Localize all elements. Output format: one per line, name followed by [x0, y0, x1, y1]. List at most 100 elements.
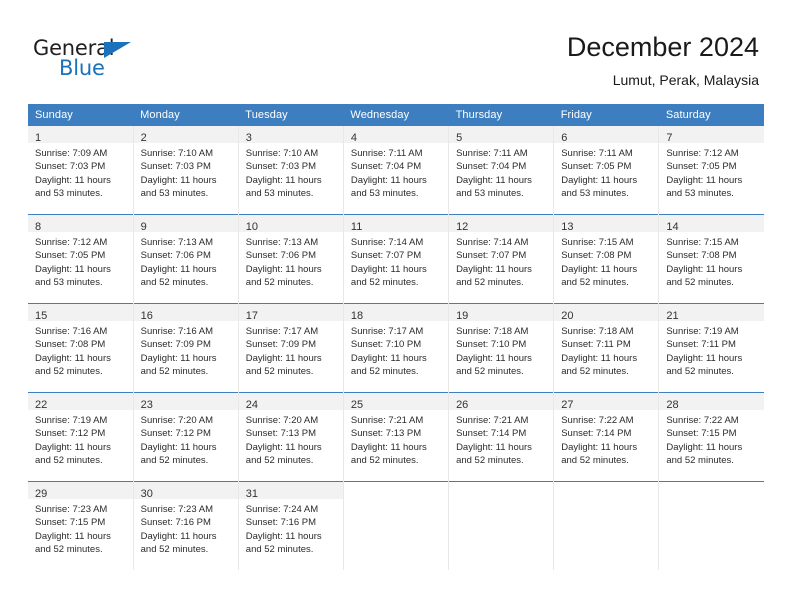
weekday-header-thursday: Thursday — [448, 104, 554, 126]
day-details: Sunrise: 7:22 AM Sunset: 7:15 PM Daylight:… — [659, 410, 764, 467]
sunrise-text: Sunrise: 7:17 AM — [245, 326, 319, 337]
day-details: Sunrise: 7:13 AM Sunset: 7:06 PM Daylight:… — [134, 232, 238, 289]
calendar-day-cell[interactable]: 12 Sunrise: 7:14 AM Sunset: 7:07 PM Dayligh… — [448, 214, 554, 304]
daylight-text-line2: and 52 minutes. — [666, 365, 734, 377]
sunset-text: Sunset: 7:03 PM — [140, 161, 211, 173]
calendar-day-cell[interactable]: 9 Sunrise: 7:13 AM Sunset: 7:06 PM Daylight… — [132, 214, 239, 304]
calendar-day-cell[interactable]: 7 Sunrise: 7:12 AM Sunset: 7:05 PM Daylight… — [658, 126, 764, 215]
sunset-text: Sunset: 7:07 PM — [350, 250, 422, 262]
day-number: 13 — [561, 221, 574, 233]
day-details: Sunrise: 7:21 AM Sunset: 7:13 PM Daylight:… — [344, 410, 448, 467]
calendar-day-cell[interactable]: 10 Sunrise: 7:13 AM Sunset: 7:06 PM Dayligh… — [237, 214, 344, 304]
calendar-week-row: 29 Sunrise: 7:23 AM Sunset: 7:15 PM Dayligh… — [28, 481, 764, 570]
calendar-day-cell[interactable]: 4 Sunrise: 7:11 AM Sunset: 7:04 PM Daylight… — [342, 126, 449, 215]
day-number: 19 — [456, 310, 469, 322]
sunset-text: Sunset: 7:05 PM — [561, 161, 632, 173]
calendar-day-cell[interactable]: 23 Sunrise: 7:20 AM Sunset: 7:12 PM Dayligh… — [132, 392, 239, 482]
calendar-day-cell[interactable]: 20 Sunrise: 7:18 AM Sunset: 7:11 PM Dayligh… — [553, 303, 659, 393]
calendar-day-cell[interactable]: 28 Sunrise: 7:22 AM Sunset: 7:15 PM Dayligh… — [658, 392, 764, 482]
day-number: 6 — [561, 132, 568, 144]
calendar-day-cell[interactable]: 25 Sunrise: 7:21 AM Sunset: 7:13 PM Dayligh… — [342, 392, 449, 482]
brand-logo[interactable]: General Blue — [33, 36, 183, 82]
day-number: 18 — [350, 310, 364, 322]
daylight-text-line1: Daylight: 11 hours — [666, 174, 743, 186]
calendar-day-cell[interactable]: 27 Sunrise: 7:22 AM Sunset: 7:14 PM Dayligh… — [553, 392, 659, 482]
day-number: 17 — [245, 310, 259, 322]
day-number-bar: 18 — [343, 304, 449, 322]
daylight-text-line1: Daylight: 11 hours — [561, 352, 638, 364]
daylight-text-line1: Daylight: 11 hours — [35, 530, 111, 542]
calendar-week-row: 8 Sunrise: 7:12 AM Sunset: 7:05 PM Daylight… — [28, 214, 764, 304]
daylight-text-line2: and 52 minutes. — [140, 276, 209, 288]
sunrise-text: Sunrise: 7:23 AM — [140, 504, 213, 515]
sunrise-text: Sunrise: 7:14 AM — [456, 237, 529, 248]
day-details: Sunrise: 7:19 AM Sunset: 7:12 PM Daylight:… — [28, 410, 133, 467]
calendar-day-cell[interactable]: 18 Sunrise: 7:17 AM Sunset: 7:10 PM Dayligh… — [342, 303, 449, 393]
daylight-text-line1: Daylight: 11 hours — [35, 174, 111, 186]
day-details: Sunrise: 7:12 AM Sunset: 7:05 PM Daylight:… — [659, 143, 764, 200]
calendar-day-cell[interactable]: 2 Sunrise: 7:10 AM Sunset: 7:03 PM Daylight… — [132, 126, 239, 215]
weekday-header-saturday: Saturday — [658, 104, 764, 126]
brand-name-blue: Blue — [59, 56, 105, 80]
day-details: Sunrise: 7:09 AM Sunset: 7:03 PM Daylight:… — [28, 143, 133, 200]
calendar-cell-empty — [658, 481, 764, 570]
calendar-day-cell[interactable]: 16 Sunrise: 7:16 AM Sunset: 7:09 PM Dayligh… — [132, 303, 239, 393]
sunset-text: Sunset: 7:03 PM — [35, 161, 106, 173]
day-details: Sunrise: 7:11 AM Sunset: 7:05 PM Daylight:… — [554, 143, 658, 200]
calendar-day-cell[interactable]: 8 Sunrise: 7:12 AM Sunset: 7:05 PM Daylight… — [28, 214, 134, 304]
sunrise-text: Sunrise: 7:24 AM — [245, 504, 319, 515]
calendar-day-cell[interactable]: 31 Sunrise: 7:24 AM Sunset: 7:16 PM Dayligh… — [237, 481, 344, 570]
day-details: Sunrise: 7:15 AM Sunset: 7:08 PM Daylight:… — [554, 232, 658, 289]
calendar-day-cell[interactable]: 6 Sunrise: 7:11 AM Sunset: 7:05 PM Daylight… — [553, 126, 659, 215]
sunset-text: Sunset: 7:12 PM — [140, 428, 211, 440]
calendar-day-cell[interactable]: 26 Sunrise: 7:21 AM Sunset: 7:14 PM Dayligh… — [448, 392, 554, 482]
calendar-day-cell[interactable]: 5 Sunrise: 7:11 AM Sunset: 7:04 PM Daylight… — [448, 126, 554, 215]
calendar-day-cell[interactable]: 14 Sunrise: 7:15 AM Sunset: 7:08 PM Dayligh… — [658, 214, 764, 304]
sunrise-text: Sunrise: 7:20 AM — [140, 415, 213, 426]
calendar-day-cell[interactable]: 17 Sunrise: 7:17 AM Sunset: 7:09 PM Dayligh… — [237, 303, 344, 393]
day-number: 29 — [35, 488, 48, 500]
calendar-day-cell[interactable]: 29 Sunrise: 7:23 AM Sunset: 7:15 PM Dayligh… — [28, 481, 134, 570]
calendar-day-cell[interactable]: 24 Sunrise: 7:20 AM Sunset: 7:13 PM Dayligh… — [237, 392, 344, 482]
day-number: 7 — [666, 132, 673, 144]
sunrise-text: Sunrise: 7:14 AM — [350, 237, 424, 248]
daylight-text-line2: and 52 minutes. — [140, 365, 209, 377]
sunset-text: Sunset: 7:08 PM — [561, 250, 632, 262]
day-number: 10 — [245, 221, 259, 233]
sunset-text: Sunset: 7:11 PM — [666, 339, 736, 351]
calendar-day-cell[interactable]: 3 Sunrise: 7:10 AM Sunset: 7:03 PM Daylight… — [237, 126, 344, 215]
sunrise-text: Sunrise: 7:15 AM — [666, 237, 739, 248]
calendar-cell-empty — [342, 481, 449, 570]
calendar-day-cell[interactable]: 13 Sunrise: 7:15 AM Sunset: 7:08 PM Dayligh… — [553, 214, 659, 304]
daylight-text-line2: and 52 minutes. — [35, 543, 103, 555]
daylight-text-line2: and 52 minutes. — [35, 365, 103, 377]
calendar-day-cell[interactable]: 30 Sunrise: 7:23 AM Sunset: 7:16 PM Dayligh… — [132, 481, 239, 570]
day-number-bar: 11 — [343, 215, 449, 233]
daylight-text-line2: and 53 minutes. — [35, 276, 103, 288]
calendar-day-cell[interactable]: 21 Sunrise: 7:19 AM Sunset: 7:11 PM Dayligh… — [658, 303, 764, 393]
sunrise-text: Sunrise: 7:13 AM — [140, 237, 213, 248]
sunset-text: Sunset: 7:08 PM — [666, 250, 737, 262]
calendar-day-cell[interactable]: 19 Sunrise: 7:18 AM Sunset: 7:10 PM Dayligh… — [448, 303, 554, 393]
calendar-day-cell[interactable]: 11 Sunrise: 7:14 AM Sunset: 7:07 PM Dayligh… — [342, 214, 449, 304]
daylight-text-line2: and 52 minutes. — [666, 454, 734, 466]
calendar-week-row: 1 Sunrise: 7:09 AM Sunset: 7:03 PM Daylight… — [28, 126, 764, 215]
daylight-text-line2: and 53 minutes. — [666, 187, 734, 199]
daylight-text-line1: Daylight: 11 hours — [140, 530, 217, 542]
calendar-day-cell[interactable]: 15 Sunrise: 7:16 AM Sunset: 7:08 PM Dayligh… — [28, 303, 134, 393]
daylight-text-line1: Daylight: 11 hours — [456, 441, 532, 453]
sunset-text: Sunset: 7:11 PM — [561, 339, 631, 351]
daylight-text-line1: Daylight: 11 hours — [666, 352, 743, 364]
daylight-text-line1: Daylight: 11 hours — [456, 174, 532, 186]
page-subtitle: Lumut, Perak, Malaysia — [612, 72, 759, 88]
day-number-bar: 1 — [28, 126, 133, 144]
sunrise-text: Sunrise: 7:19 AM — [35, 415, 108, 426]
sunset-text: Sunset: 7:04 PM — [456, 161, 527, 173]
daylight-text-line2: and 52 minutes. — [350, 454, 419, 466]
sunset-text: Sunset: 7:04 PM — [350, 161, 422, 173]
calendar-day-cell[interactable]: 1 Sunrise: 7:09 AM Sunset: 7:03 PM Daylight… — [28, 126, 133, 215]
day-details: Sunrise: 7:16 AM Sunset: 7:08 PM Daylight:… — [28, 321, 133, 378]
daylight-text-line1: Daylight: 11 hours — [456, 352, 532, 364]
daylight-text-line2: and 52 minutes. — [666, 276, 734, 288]
calendar-day-cell[interactable]: 22 Sunrise: 7:19 AM Sunset: 7:12 PM Dayligh… — [28, 392, 134, 482]
